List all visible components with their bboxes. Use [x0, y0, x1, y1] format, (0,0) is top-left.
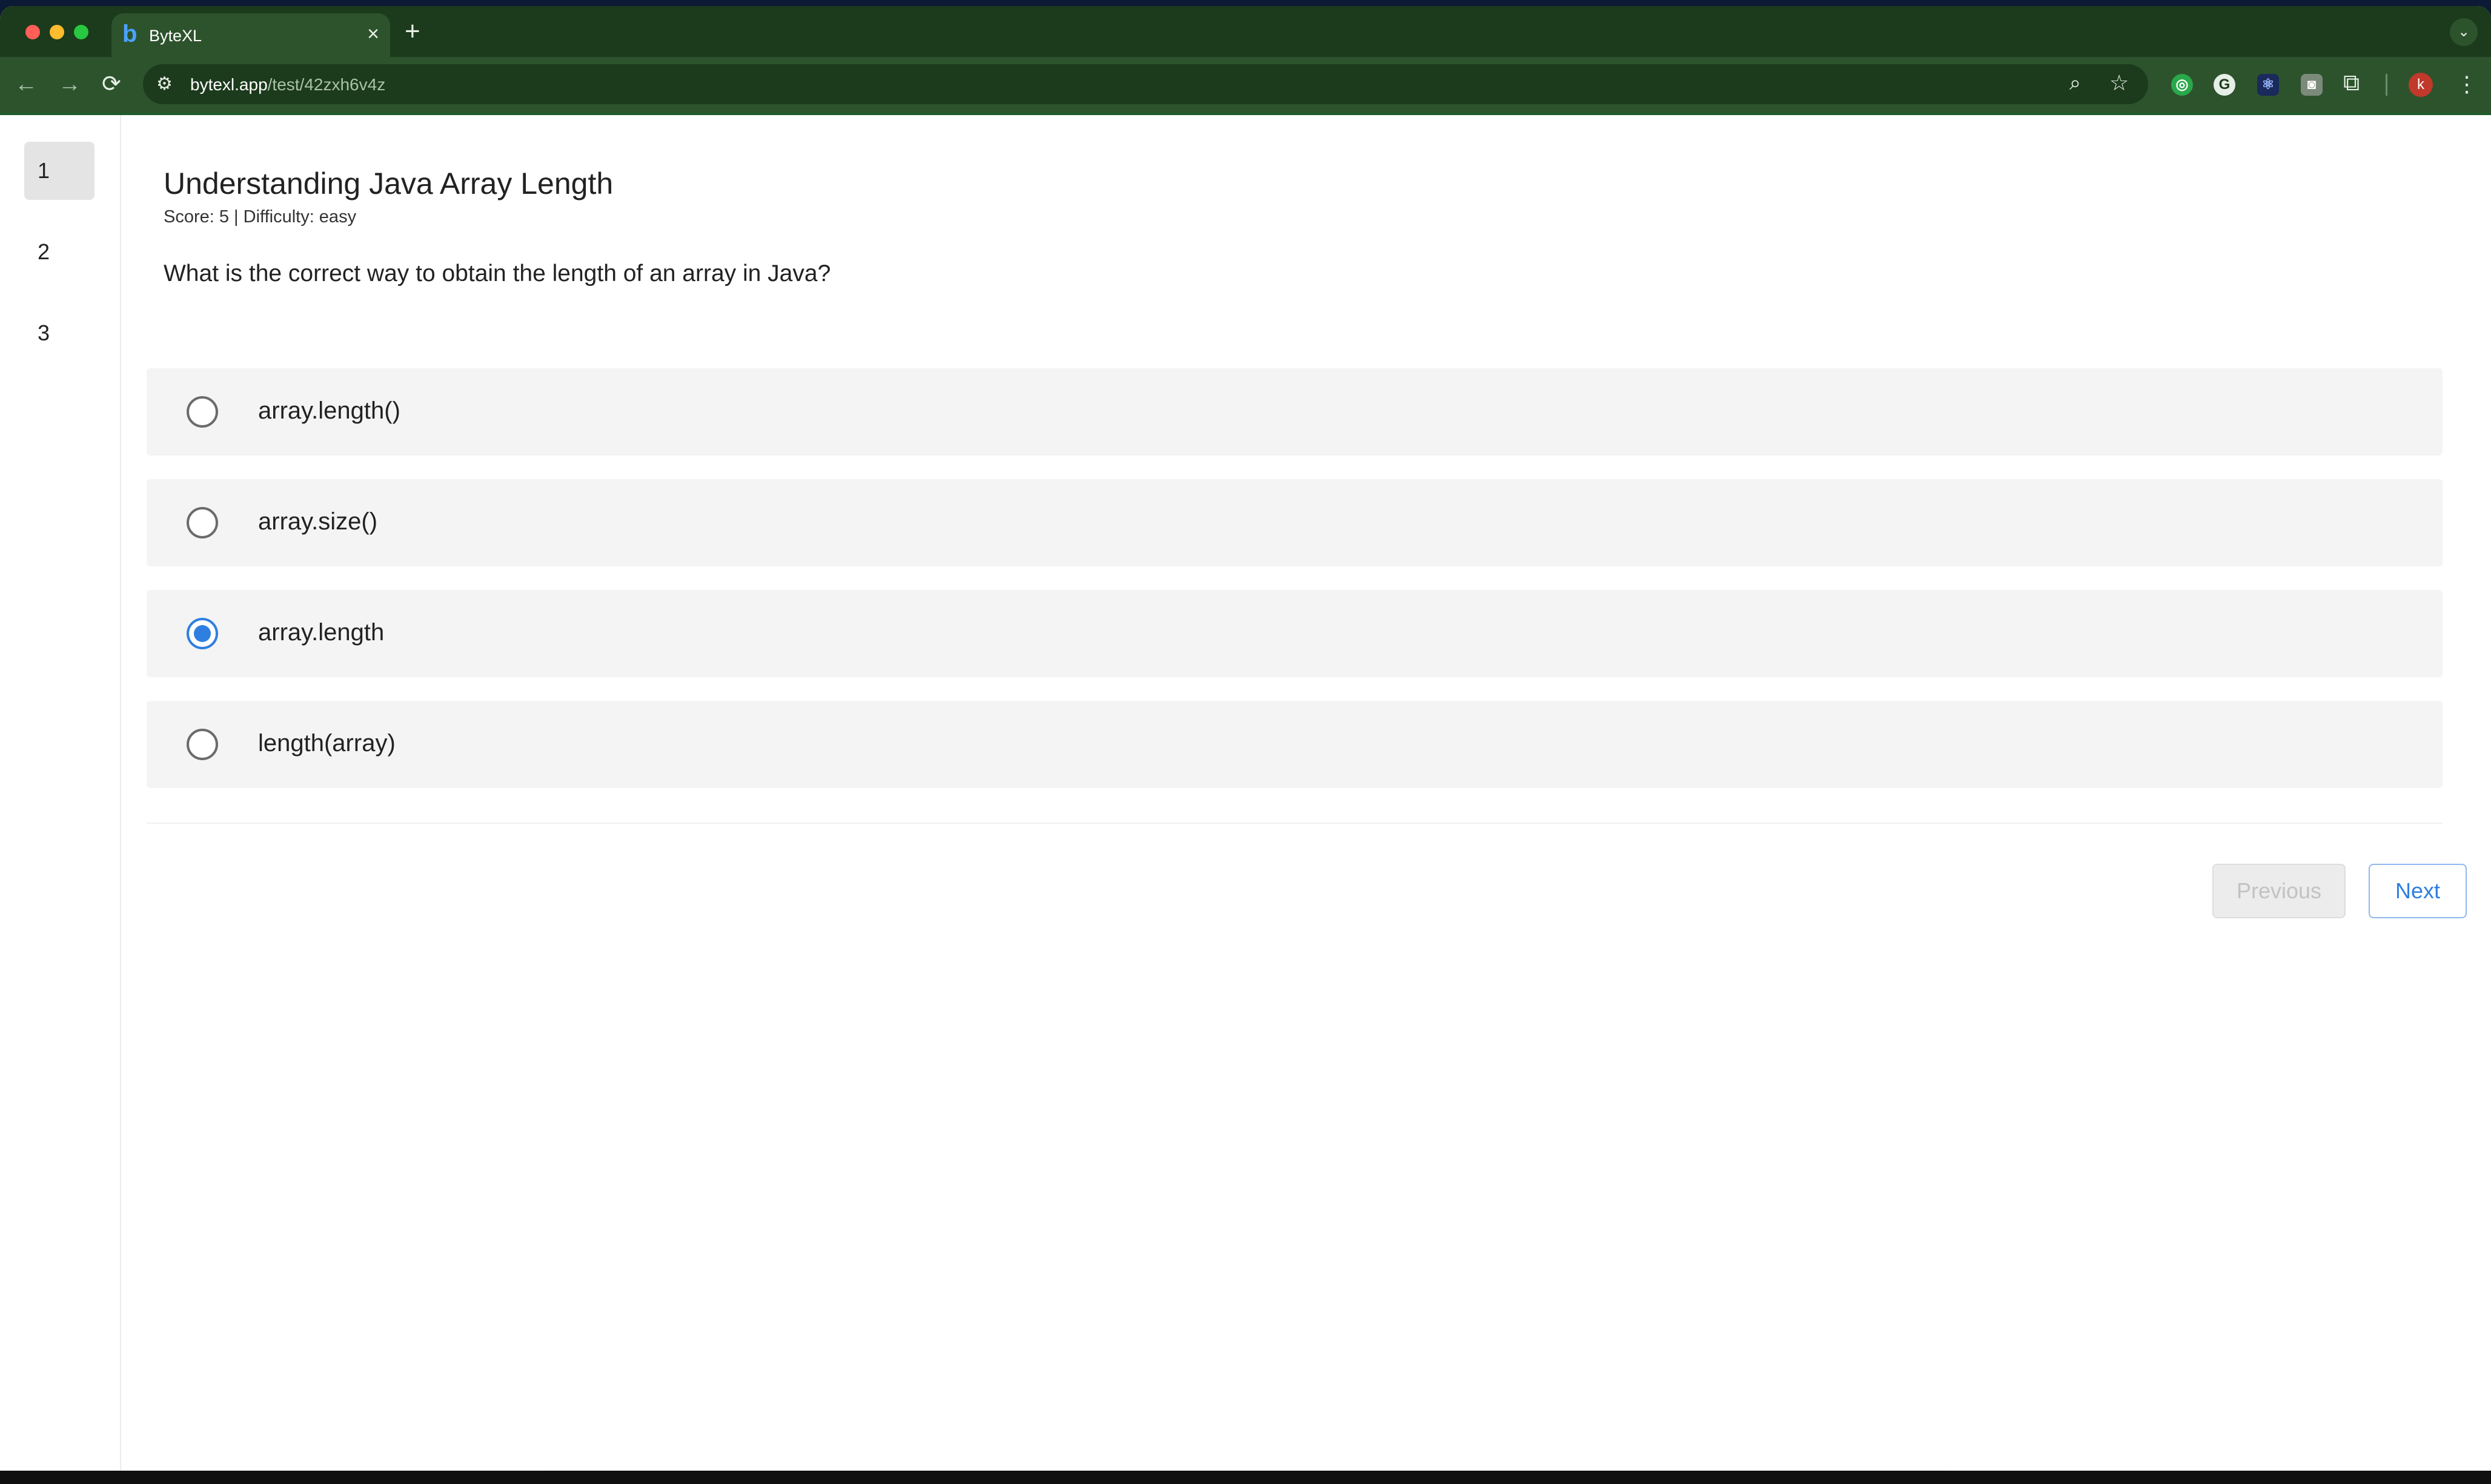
next-button[interactable]: Next: [2369, 864, 2467, 918]
back-arrow-icon[interactable]: ←: [15, 69, 38, 99]
maximize-window-button[interactable]: [74, 25, 88, 39]
tab-search-chevron-icon[interactable]: ⌄: [2450, 18, 2478, 46]
answer-option-label: array.length(): [258, 397, 400, 424]
url-path: /test/42zxh6v4z: [267, 75, 386, 94]
new-tab-plus-icon[interactable]: +: [405, 18, 420, 45]
browser-menu-icon[interactable]: ⋮: [2456, 69, 2478, 99]
radio-button[interactable]: [187, 729, 218, 760]
question-title: Understanding Java Array Length: [164, 167, 614, 200]
reload-icon[interactable]: ⟳: [102, 69, 121, 99]
url-text[interactable]: bytexl.app/test/42zxh6v4z: [190, 75, 385, 94]
question-nav-item-3[interactable]: 3: [24, 304, 95, 362]
radio-button[interactable]: [187, 507, 218, 538]
zoom-icon[interactable]: ⌕: [2069, 71, 2081, 95]
answer-option-3[interactable]: array.length: [147, 590, 2443, 677]
toolbar-divider: [2386, 74, 2387, 96]
close-icon[interactable]: ×: [367, 22, 379, 46]
radio-button[interactable]: [187, 396, 218, 428]
screen-bottom-edge: [0, 1471, 2491, 1484]
answer-option-2[interactable]: array.size(): [147, 479, 2443, 566]
tab-title: ByteXL: [149, 27, 202, 45]
bytexl-favicon-icon: b: [122, 21, 138, 47]
bookmark-star-icon[interactable]: ☆: [2109, 70, 2129, 96]
answer-option-label: length(array): [258, 730, 396, 757]
answer-option-label: array.size(): [258, 508, 378, 535]
address-bar[interactable]: ⚙ bytexl.app/test/42zxh6v4z ⌕ ☆: [143, 64, 2148, 104]
question-navigator: 1 2 3: [0, 115, 121, 1471]
forward-arrow-icon[interactable]: →: [58, 69, 81, 99]
profile-avatar[interactable]: k: [2409, 73, 2433, 97]
question-nav-item-2[interactable]: 2: [24, 223, 95, 281]
question-meta: Score: 5 | Difficulty: easy: [164, 207, 357, 227]
previous-button[interactable]: Previous: [2212, 864, 2346, 918]
tab-strip: b ByteXL × + ⌄: [0, 6, 2491, 57]
site-settings-icon[interactable]: ⚙: [156, 73, 173, 96]
camera-icon[interactable]: ◙: [2301, 74, 2323, 96]
minimize-window-button[interactable]: [50, 25, 64, 39]
close-window-button[interactable]: [25, 25, 40, 39]
dock-shadow: [545, 1466, 1945, 1471]
extensions-puzzle-icon[interactable]: ⧉: [2343, 70, 2360, 96]
test-page: 1 2 3 Understanding Java Array Length Sc…: [0, 115, 2491, 1471]
react-devtools-icon[interactable]: ⚛: [2257, 74, 2279, 96]
url-host: bytexl.app: [190, 75, 268, 94]
grammarly-icon[interactable]: G: [2214, 74, 2235, 96]
extension-green-icon[interactable]: ◎: [2171, 74, 2193, 96]
browser-toolbar: ← → ⟳ ⚙ bytexl.app/test/42zxh6v4z ⌕ ☆ ◎ …: [0, 57, 2491, 113]
answer-option-label: array.length: [258, 619, 385, 646]
browser-window: b ByteXL × + ⌄ ← → ⟳ ⚙ bytexl.app/test/4…: [0, 6, 2491, 1471]
radio-button-selected[interactable]: [187, 618, 218, 649]
question-text: What is the correct way to obtain the le…: [164, 260, 831, 287]
tab-bytexl[interactable]: b ByteXL ×: [111, 13, 390, 57]
answer-option-1[interactable]: array.length(): [147, 368, 2443, 455]
question-nav-item-1[interactable]: 1: [24, 142, 95, 200]
options-divider: [147, 823, 2443, 824]
answer-option-4[interactable]: length(array): [147, 701, 2443, 788]
